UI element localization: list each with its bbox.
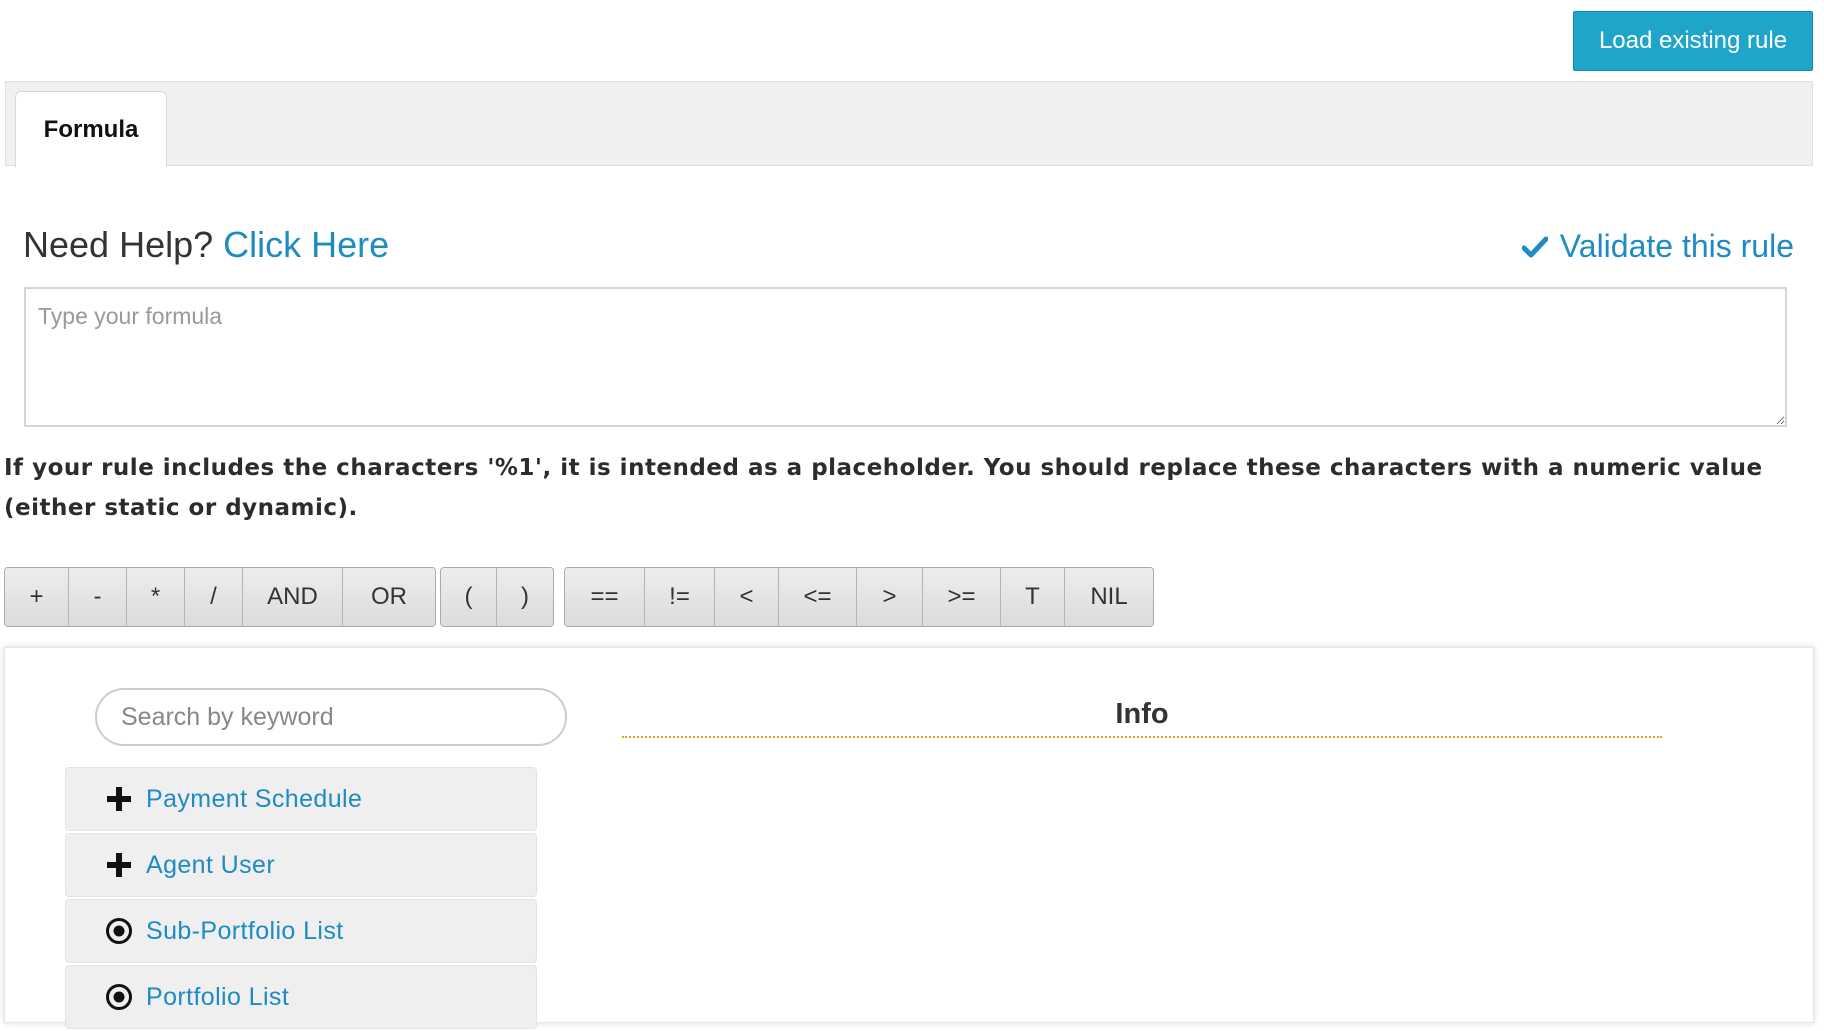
- op-multiply-button[interactable]: *: [127, 568, 185, 626]
- op-less-equal-button[interactable]: <=: [779, 568, 857, 626]
- op-less-button[interactable]: <: [715, 568, 779, 626]
- list-item-label: Portfolio List: [146, 982, 290, 1011]
- field-list: Payment Schedule Agent User Sub-Portfoli…: [65, 767, 537, 1031]
- op-greater-button[interactable]: >: [857, 568, 923, 626]
- op-close-paren-button[interactable]: ): [497, 568, 553, 626]
- op-greater-equal-button[interactable]: >=: [923, 568, 1001, 626]
- validate-label: Validate this rule: [1559, 228, 1794, 264]
- plus-icon: [104, 850, 134, 880]
- op-nil-button[interactable]: NIL: [1065, 568, 1153, 626]
- list-item[interactable]: Portfolio List: [65, 965, 537, 1029]
- comparison-operator-group: == != < <= > >= T NIL: [564, 567, 1154, 627]
- list-item[interactable]: Agent User: [65, 833, 537, 897]
- help-link[interactable]: Click Here: [223, 224, 389, 265]
- op-not-equal-button[interactable]: !=: [645, 568, 715, 626]
- plus-icon: [104, 784, 134, 814]
- radio-target-icon: [104, 982, 134, 1012]
- list-item[interactable]: Payment Schedule: [65, 767, 537, 831]
- info-divider: [622, 736, 1662, 738]
- op-equal-button[interactable]: ==: [565, 568, 645, 626]
- search-input[interactable]: [95, 688, 567, 746]
- op-true-button[interactable]: T: [1001, 568, 1065, 626]
- op-and-button[interactable]: AND: [243, 568, 343, 626]
- arithmetic-operator-group: + - * / AND OR: [4, 567, 436, 627]
- formula-input[interactable]: [24, 287, 1787, 427]
- help-row: Need Help? Click Here: [23, 224, 389, 266]
- help-prefix: Need Help?: [23, 224, 214, 265]
- paren-operator-group: ( ): [440, 567, 554, 627]
- radio-target-icon: [104, 916, 134, 946]
- list-item[interactable]: Sub-Portfolio List: [65, 899, 537, 963]
- validate-rule-link[interactable]: Validate this rule: [1521, 228, 1794, 265]
- op-minus-button[interactable]: -: [69, 568, 127, 626]
- list-item-label: Sub-Portfolio List: [146, 916, 344, 945]
- tab-formula[interactable]: Formula: [15, 91, 167, 167]
- op-open-paren-button[interactable]: (: [441, 568, 497, 626]
- placeholder-note: If your rule includes the characters '%1…: [4, 455, 1763, 521]
- op-plus-button[interactable]: +: [5, 568, 69, 626]
- field-browser-panel: Payment Schedule Agent User Sub-Portfoli…: [4, 647, 1814, 1029]
- tab-bar: Formula: [5, 81, 1813, 167]
- op-divide-button[interactable]: /: [185, 568, 243, 626]
- check-icon: [1521, 236, 1548, 258]
- list-item-label: Payment Schedule: [146, 784, 363, 813]
- load-existing-rule-button[interactable]: Load existing rule: [1573, 11, 1813, 71]
- info-title: Info: [1115, 698, 1169, 730]
- op-or-button[interactable]: OR: [343, 568, 435, 626]
- list-item-label: Agent User: [146, 850, 276, 879]
